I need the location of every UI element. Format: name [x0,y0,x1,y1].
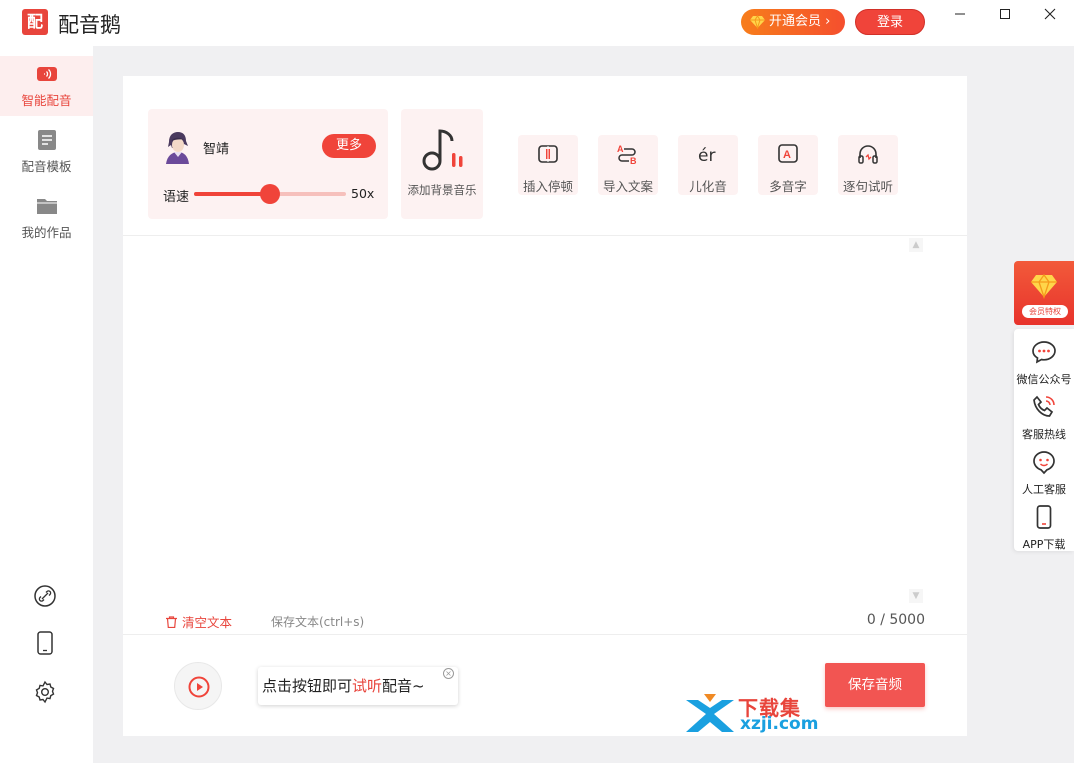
tip-text: 配音~ [382,677,425,695]
chevron-right-icon: › [821,14,831,29]
svg-text:A: A [783,149,791,161]
add-bgm-label: 添加背景音乐 [407,183,477,197]
open-vip-button[interactable]: 开通会员 › [741,9,845,35]
service-panel: 微信公众号 客服热线 人工客服 APP下载 [1014,329,1074,551]
polyphone-icon: A [778,144,798,163]
app-logo: 配 [22,9,48,35]
more-voices-button[interactable]: 更多 [322,134,376,158]
template-icon [37,130,56,150]
divider [123,235,967,236]
play-icon [188,676,210,698]
svg-text:B: B [630,156,637,165]
speed-label: 语速 [163,190,190,205]
trash-icon [166,616,177,628]
folder-icon [36,199,57,214]
maximize-icon [1000,9,1010,19]
add-bgm-button[interactable]: 添加背景音乐 [401,109,483,219]
voice-card[interactable]: 智靖 更多 语速 50x [148,109,388,219]
main-panel: 智靖 更多 语速 50x 添加背景音乐 插入停顿 AB 导入文案 ér 儿化音 … [123,76,967,736]
service-label: 微信公众号 [1016,373,1072,386]
import-text-button[interactable]: AB 导入文案 [598,135,658,195]
tool-label: 导入文案 [602,179,653,194]
char-count: 0 / 5000 [866,612,925,628]
tool-label: 多音字 [769,179,807,194]
scroll-down-arrow-icon[interactable]: ▼ [909,589,923,603]
settings-icon[interactable] [33,680,57,704]
service-label: 人工客服 [1022,483,1066,496]
watermark-logo-icon [686,694,734,732]
clear-text-label: 清空文本 [182,615,233,630]
avatar [166,132,189,164]
clear-text-button[interactable]: 清空文本 [166,612,232,631]
sidebar-item-templates[interactable]: 配音模板 [0,122,93,182]
hotline-button[interactable]: 客服热线 [1014,388,1074,443]
play-button[interactable] [174,662,222,710]
support-face-icon [1033,451,1055,475]
divider [123,634,967,635]
tip-text: 点击按钮即可 [262,677,353,695]
watermark-en: xzji.com [740,714,819,734]
tool-label: 逐句试听 [842,179,893,194]
insert-pause-button[interactable]: 插入停顿 [518,135,578,195]
tool-label: 儿化音 [689,179,727,194]
service-label: APP下载 [1022,538,1066,551]
close-tip-icon[interactable]: × [443,668,454,679]
login-button[interactable]: 登录 [855,9,925,35]
sidebar: 智能配音 配音模板 我的作品 [0,46,93,763]
vip-privilege-button[interactable]: 会员特权 [1014,261,1074,325]
erhua-icon: ér [698,146,715,165]
app-download-button[interactable]: APP下载 [1014,498,1074,553]
speaker-icon [36,67,57,81]
sentence-preview-button[interactable]: 逐句试听 [838,135,898,195]
erhua-button[interactable]: ér 儿化音 [678,135,738,195]
minimize-button[interactable] [945,4,975,24]
open-vip-label: 开通会员 [769,14,822,29]
import-text-icon: AB [617,144,637,165]
tip-highlight: 试听 [352,677,383,695]
sidebar-item-label: 配音模板 [21,159,72,174]
service-label: 客服热线 [1022,428,1066,441]
speed-slider-fill [194,192,270,196]
mobile-icon [1036,505,1052,529]
vip-privilege-label: 会员特权 [1022,305,1068,318]
svg-text:ér: ér [698,146,715,165]
tool-label: 插入停顿 [522,179,573,194]
pause-insert-icon [538,145,558,163]
voice-name: 智靖 [203,142,230,157]
speed-slider-thumb[interactable] [260,184,280,204]
speed-value: 50x [351,186,375,201]
close-icon [1044,8,1056,20]
scroll-up-arrow-icon[interactable]: ▲ [909,238,923,252]
phone-call-icon [1033,395,1055,417]
speed-slider[interactable] [194,184,346,204]
close-button[interactable] [1035,4,1065,24]
app-title: 配音鹅 [58,13,121,37]
title-bar: 配 配音鹅 开通会员 › 登录 [0,0,1074,46]
save-audio-button[interactable]: 保存音频 [825,663,925,707]
save-text-button[interactable]: 保存文本(ctrl+s) [271,613,364,630]
human-support-button[interactable]: 人工客服 [1014,443,1074,498]
preview-tip: 点击按钮即可试听配音~ × [258,667,458,705]
link-icon[interactable] [33,584,57,608]
diamond-icon [1031,273,1057,299]
chat-bubble-icon [1032,341,1056,364]
sidebar-item-label: 我的作品 [21,225,72,240]
headphones-icon [858,145,878,164]
wechat-account-button[interactable]: 微信公众号 [1014,333,1074,388]
sidebar-item-smart-dubbing[interactable]: 智能配音 [0,56,93,116]
phone-icon[interactable] [33,631,57,655]
maximize-button[interactable] [990,4,1020,24]
svg-text:A: A [617,144,624,154]
music-note-icon [422,129,463,171]
watermark: 下载集 xzji.com [682,692,822,736]
polyphone-button[interactable]: A 多音字 [758,135,818,195]
sidebar-item-my-works[interactable]: 我的作品 [0,188,93,248]
diamond-icon [750,15,765,29]
minimize-icon [955,13,965,15]
sidebar-item-label: 智能配音 [21,93,72,108]
